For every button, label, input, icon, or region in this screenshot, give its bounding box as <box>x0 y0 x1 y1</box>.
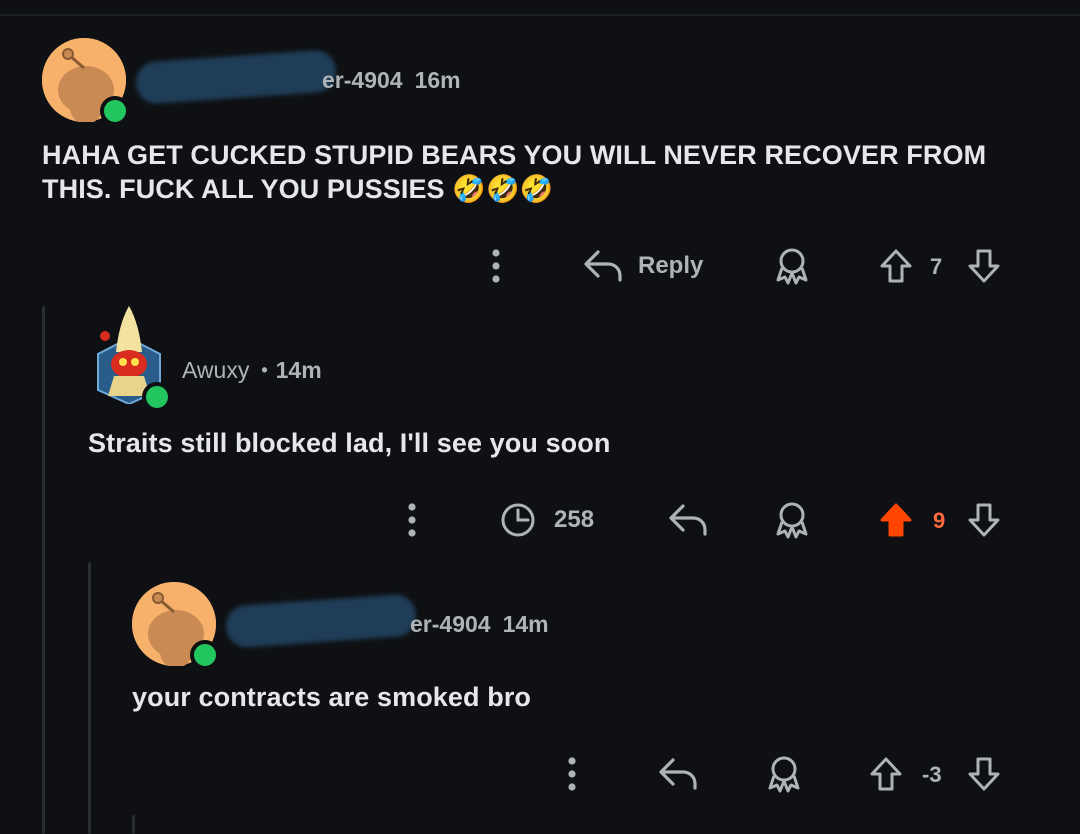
reply-button[interactable] <box>664 498 712 542</box>
comment-body: HAHA GET CUCKED STUPID BEARS YOU WILL NE… <box>42 140 987 204</box>
online-indicator <box>142 382 172 412</box>
thread-line[interactable] <box>42 306 45 834</box>
more-options-button[interactable] <box>400 500 424 540</box>
views-indicator: 258 <box>500 498 610 542</box>
timestamp: 16m <box>414 67 461 93</box>
upvote-button[interactable] <box>876 246 916 286</box>
timestamp: 14m <box>275 357 322 383</box>
more-vertical-icon <box>408 503 416 537</box>
comment-meta: Awuxy • 14m <box>182 357 322 384</box>
comment-body: your contracts are smoked bro <box>132 682 532 712</box>
arrow-up-icon <box>870 757 902 791</box>
comment-body: Straits still blocked lad, I'll see you … <box>88 428 611 458</box>
thread-line[interactable] <box>88 562 91 834</box>
reply-icon <box>584 250 622 282</box>
reply-button[interactable]: Reply <box>582 244 712 288</box>
arrow-down-icon <box>968 503 1000 537</box>
vote-count: -3 <box>922 762 942 787</box>
downvote-button[interactable] <box>964 754 1004 794</box>
top-divider <box>0 14 1080 16</box>
more-vertical-icon <box>492 249 500 283</box>
arrow-up-icon <box>880 249 912 283</box>
vote-count: 7 <box>930 254 943 279</box>
comment-meta: er-4904 14m <box>410 611 549 638</box>
username[interactable]: Awuxy <box>182 357 249 384</box>
upvote-button[interactable] <box>866 754 906 794</box>
award-button[interactable] <box>762 752 806 796</box>
award-icon <box>776 248 808 285</box>
redacted-username <box>134 49 338 105</box>
more-options-button[interactable] <box>484 246 508 286</box>
username[interactable]: er-4904 <box>322 67 403 94</box>
clock-icon <box>501 503 535 537</box>
award-button[interactable] <box>770 498 814 542</box>
arrow-down-icon <box>968 757 1000 791</box>
arrow-up-filled-icon <box>880 503 912 537</box>
username[interactable]: er-4904 <box>410 611 491 638</box>
vote-count: 9 <box>933 508 946 533</box>
separator-dot: • <box>261 360 268 380</box>
comment-meta: er-4904 16m <box>322 67 461 94</box>
reply-icon <box>669 504 707 536</box>
more-options-button[interactable] <box>560 754 584 794</box>
award-button[interactable] <box>770 244 814 288</box>
reply-icon <box>659 758 697 790</box>
timestamp: 14m <box>502 611 549 637</box>
award-icon <box>768 756 800 793</box>
thread-line[interactable] <box>132 815 135 834</box>
downvote-button[interactable] <box>964 500 1004 540</box>
views-count: 258 <box>554 506 595 533</box>
reply-label: Reply <box>638 252 704 279</box>
downvote-button[interactable] <box>964 246 1004 286</box>
upvote-button-active[interactable] <box>876 500 916 540</box>
reply-button[interactable] <box>654 752 702 796</box>
online-indicator <box>190 640 220 670</box>
redacted-username <box>224 593 418 649</box>
award-icon <box>776 502 808 539</box>
more-vertical-icon <box>568 757 576 791</box>
online-indicator <box>100 96 130 126</box>
arrow-down-icon <box>968 249 1000 283</box>
